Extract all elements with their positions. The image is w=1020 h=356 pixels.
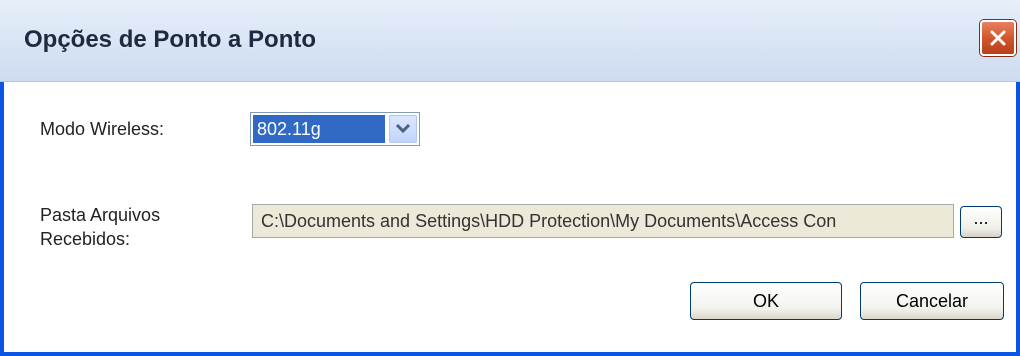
title-bar[interactable]: Opções de Ponto a Ponto (0, 0, 1020, 82)
received-folder-path-field[interactable]: C:\Documents and Settings\HDD Protection… (252, 204, 954, 238)
window-title: Opções de Ponto a Ponto (24, 26, 317, 53)
dialog-window: Opções de Ponto a Ponto Modo Wireless: 8… (0, 0, 1020, 356)
received-folder-label-line1: Pasta Arquivos (40, 205, 161, 225)
chevron-down-icon (396, 124, 410, 134)
wireless-mode-value[interactable]: 802.11g (253, 115, 385, 143)
wireless-mode-label: Modo Wireless: (40, 119, 165, 139)
dialog-body: Modo Wireless: 802.11g Pasta Arquivos Re… (4, 82, 1016, 352)
dropdown-button[interactable] (389, 115, 417, 143)
cancel-button[interactable]: Cancelar (860, 282, 1004, 320)
ok-button[interactable]: OK (690, 282, 842, 320)
wireless-mode-dropdown[interactable]: 802.11g (250, 112, 420, 146)
close-icon (990, 30, 1006, 46)
browse-button[interactable]: ... (960, 206, 1002, 238)
close-button[interactable] (980, 20, 1016, 56)
received-folder-label-line2: Recebidos: (40, 229, 131, 249)
